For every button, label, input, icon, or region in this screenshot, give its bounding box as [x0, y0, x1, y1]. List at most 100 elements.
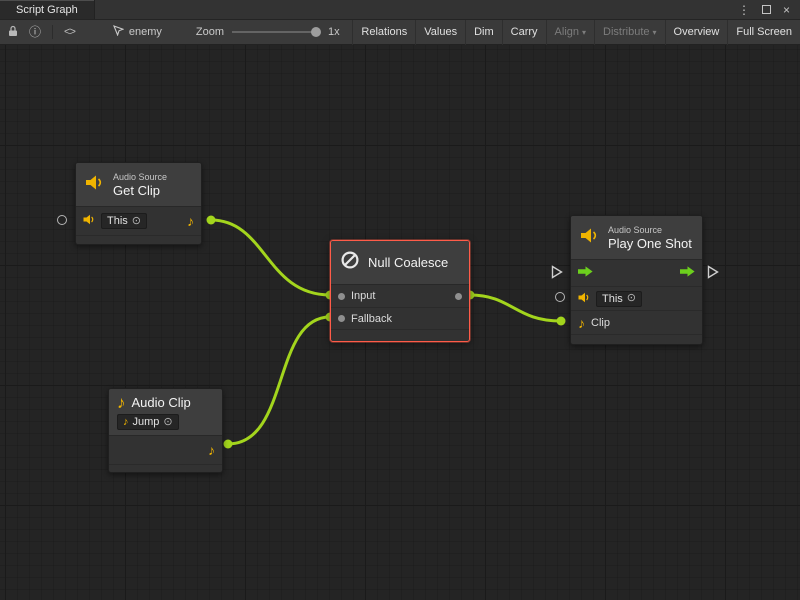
this-value: This	[602, 293, 623, 305]
full-screen-label: Full Screen	[736, 26, 792, 38]
flow-output-triangle-icon[interactable]	[707, 265, 719, 284]
script-graph-window: Script Graph ⋮ × ⓘ <> enemy Zoom	[0, 0, 800, 600]
zoom-control: Zoom 1x	[196, 26, 340, 38]
node-footer	[76, 235, 201, 244]
node-header: Audio Source Play One Shot	[571, 216, 702, 260]
close-icon[interactable]: ×	[783, 4, 790, 16]
distribute-label: Distribute	[603, 26, 649, 38]
graph-toolbar: ⓘ <> enemy Zoom 1x Relations Values Dim …	[0, 20, 800, 45]
node-title: Play One Shot	[608, 236, 692, 251]
values-button[interactable]: Values	[415, 20, 465, 45]
node-footer	[571, 334, 702, 344]
node-get-clip[interactable]: Audio Source Get Clip This ⊙ ♪	[75, 162, 202, 245]
values-label: Values	[424, 26, 457, 38]
audio-clip-value: Jump	[133, 416, 160, 428]
toolbar-separator	[52, 25, 53, 39]
play-one-shot-this-input-port[interactable]	[555, 292, 565, 302]
wire-endpoint[interactable]	[557, 317, 566, 326]
node-play-one-shot[interactable]: Audio Source Play One Shot This ⊙	[570, 215, 703, 345]
zoom-slider-handle[interactable]	[311, 27, 321, 37]
zoom-slider[interactable]	[232, 31, 320, 33]
node-category: Audio Source	[113, 172, 167, 183]
wire-getclip-to-input[interactable]	[211, 220, 330, 295]
cursor-icon	[113, 25, 124, 39]
overview-label: Overview	[674, 26, 720, 38]
node-null-coalesce[interactable]: Null Coalesce Input Fallback	[330, 240, 470, 342]
wire-endpoint[interactable]	[224, 440, 233, 449]
node-footer	[331, 329, 469, 341]
target-picker-icon: ⊙	[163, 417, 172, 428]
titlebar: Script Graph ⋮ ×	[0, 0, 800, 20]
fallback-port-row: Fallback	[331, 307, 469, 329]
node-title: Null Coalesce	[368, 255, 448, 270]
node-header: ♪ Audio Clip ♪ Jump ⊙	[109, 389, 222, 436]
graph-owner-label: enemy	[129, 26, 162, 38]
carry-button[interactable]: Carry	[502, 20, 546, 45]
overview-button[interactable]: Overview	[665, 20, 728, 45]
null-coalesce-icon	[340, 250, 360, 275]
target-picker-icon: ⊙	[132, 216, 141, 227]
code-view-icon[interactable]: <>	[64, 26, 75, 38]
wire-endpoint[interactable]	[207, 216, 216, 225]
target-picker-icon: ⊙	[627, 293, 636, 304]
relations-button[interactable]: Relations	[352, 20, 415, 45]
window-menu-icon[interactable]: ⋮	[738, 4, 750, 16]
tab-title: Script Graph	[16, 4, 78, 16]
caret-down-icon: ▾	[582, 28, 586, 37]
align-button[interactable]: Align▾	[546, 20, 594, 45]
clip-output-icon[interactable]: ♪	[208, 443, 215, 457]
flow-input-arrow-icon[interactable]	[578, 264, 593, 282]
distribute-button[interactable]: Distribute ▾	[594, 20, 664, 45]
dim-button[interactable]: Dim	[465, 20, 502, 45]
caret-down-icon: ▾	[653, 28, 657, 37]
clip-output-row: ♪	[109, 436, 222, 464]
align-label: Align	[555, 26, 579, 38]
audio-clip-icon: ♪	[117, 394, 126, 411]
music-note-icon: ♪	[123, 417, 129, 428]
audio-source-icon	[580, 227, 600, 249]
speaker-icon	[83, 212, 95, 230]
zoom-value: 1x	[328, 26, 340, 38]
node-title: Get Clip	[113, 183, 167, 198]
node-header: Audio Source Get Clip	[76, 163, 201, 207]
fallback-label: Fallback	[351, 313, 392, 325]
this-value: This	[107, 215, 128, 227]
titlebar-actions: ⋮ ×	[738, 0, 800, 19]
input-label: Input	[351, 290, 375, 302]
wire-output-to-clip[interactable]	[470, 295, 561, 321]
node-title: Audio Clip	[132, 395, 191, 410]
audio-clip-object-picker[interactable]: ♪ Jump ⊙	[117, 414, 179, 430]
flow-port-row	[571, 260, 702, 286]
lock-icon[interactable]	[8, 25, 18, 40]
graph-owner[interactable]: enemy	[113, 25, 162, 39]
input-port[interactable]	[338, 293, 345, 300]
this-object-picker[interactable]: This ⊙	[596, 291, 642, 307]
node-category: Audio Source	[608, 225, 692, 236]
graph-canvas[interactable]: Audio Source Get Clip This ⊙ ♪	[0, 45, 800, 600]
music-note-icon: ♪	[578, 316, 585, 330]
zoom-label: Zoom	[196, 26, 224, 38]
toolbar-left-group: ⓘ <>	[0, 25, 75, 40]
info-icon[interactable]: ⓘ	[29, 26, 41, 38]
result-output-port[interactable]	[455, 293, 462, 300]
get-clip-this-input-port[interactable]	[57, 215, 67, 225]
node-footer	[109, 464, 222, 472]
clip-output-icon[interactable]: ♪	[187, 214, 194, 228]
full-screen-button[interactable]: Full Screen	[727, 20, 800, 45]
audio-source-icon	[85, 174, 105, 196]
maximize-icon[interactable]	[762, 5, 771, 14]
relations-label: Relations	[361, 26, 407, 38]
wire-audioclip-to-fallback[interactable]	[228, 317, 330, 444]
fallback-port[interactable]	[338, 315, 345, 322]
node-audio-clip[interactable]: ♪ Audio Clip ♪ Jump ⊙ ♪	[108, 388, 223, 473]
dim-label: Dim	[474, 26, 494, 38]
clip-label: Clip	[591, 317, 610, 329]
this-object-picker[interactable]: This ⊙	[101, 213, 147, 229]
node-header: Null Coalesce	[331, 241, 469, 285]
flow-output-arrow-icon[interactable]	[680, 264, 695, 282]
input-port-row: Input	[331, 285, 469, 307]
flow-input-triangle-icon[interactable]	[551, 265, 563, 284]
toolbar-buttons: Relations Values Dim Carry Align▾ Distri…	[352, 20, 800, 45]
tab-script-graph[interactable]: Script Graph	[0, 0, 95, 19]
clip-port-row: ♪ Clip	[571, 310, 702, 334]
